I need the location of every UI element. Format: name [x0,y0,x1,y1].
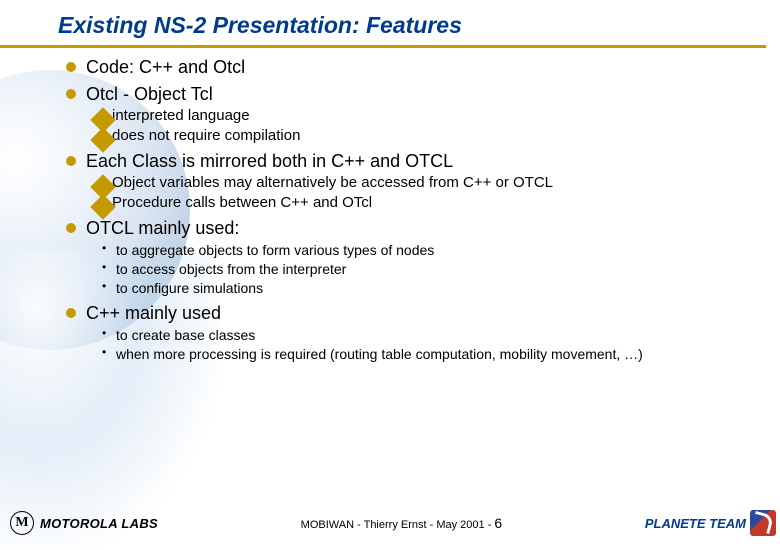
planete-label: PLANETE TEAM [645,516,746,531]
sub-sub-item: to create base classes [116,326,740,344]
sub-sub-item: when more processing is required (routin… [116,345,740,363]
inria-icon [750,510,776,536]
motorola-icon: M [10,511,34,535]
sub-sub-list: to aggregate objects to form various typ… [86,241,740,298]
bullet-item: C++ mainly used to create base classes w… [86,302,740,364]
bullet-item: OTCL mainly used: to aggregate objects t… [86,217,740,298]
footer-caption: MOBIWAN - Thierry Ernst - May 2001 - [301,519,495,531]
sub-item: Object variables may alternatively be ac… [112,174,740,193]
bullet-item: Each Class is mirrored both in C++ and O… [86,150,740,213]
footer-right: PLANETE TEAM [645,510,780,536]
slide-title: Existing NS-2 Presentation: Features [0,0,766,48]
bullet-text: Each Class is mirrored both in C++ and O… [86,151,453,171]
sub-item: does not require compilation [112,127,740,146]
motorola-text: MOTOROLA LABS [40,516,158,531]
sub-list: Object variables may alternatively be ac… [86,174,740,213]
slide-content: Existing NS-2 Presentation: Features Cod… [0,0,780,363]
page-number: 6 [494,515,502,531]
motorola-logo: M MOTOROLA LABS [0,511,158,535]
sub-item: interpreted language [112,107,740,126]
sub-sub-item: to aggregate objects to form various typ… [116,241,740,259]
bullet-list: Code: C++ and Otcl Otcl - Object Tcl int… [0,56,780,363]
footer-center: MOBIWAN - Thierry Ernst - May 2001 - 6 [158,515,645,531]
sub-list: interpreted language does not require co… [86,107,740,146]
bullet-item: Otcl - Object Tcl interpreted language d… [86,83,740,146]
bullet-text: OTCL mainly used: [86,218,239,238]
sub-sub-item: to access objects from the interpreter [116,260,740,278]
bullet-item: Code: C++ and Otcl [86,56,740,79]
bullet-text: Otcl - Object Tcl [86,84,213,104]
sub-sub-item: to configure simulations [116,279,740,297]
sub-sub-list: to create base classes when more process… [86,326,740,363]
bullet-text: C++ mainly used [86,303,221,323]
slide-footer: M MOTOROLA LABS MOBIWAN - Thierry Ernst … [0,506,780,540]
sub-item: Procedure calls between C++ and OTcl [112,194,740,213]
